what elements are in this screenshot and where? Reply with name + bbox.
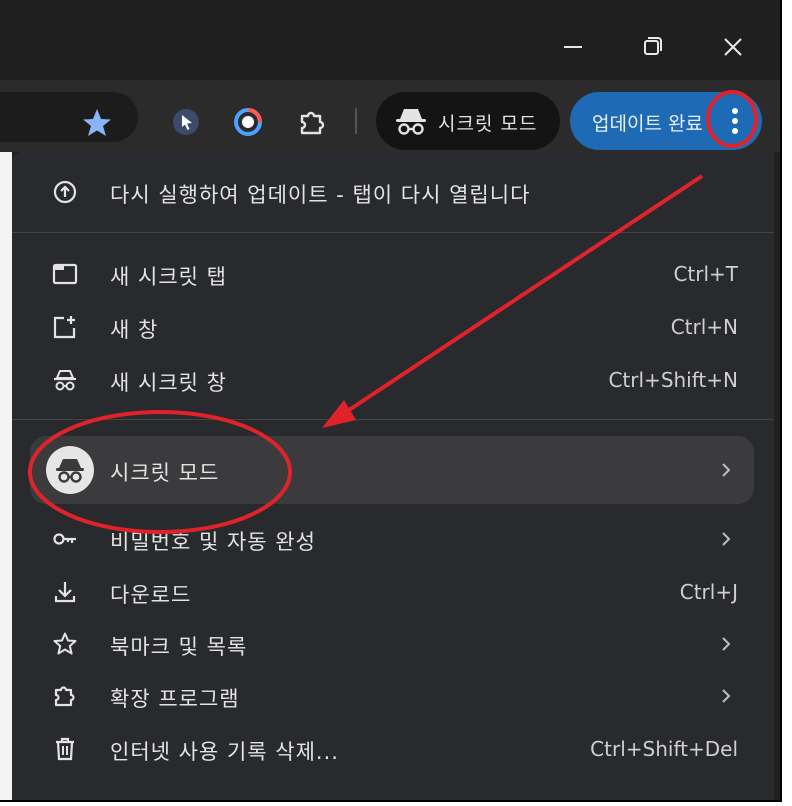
menu-item-relaunch-update[interactable]: 다시 실행하여 업데이트 - 탭이 다시 열립니다 [12,166,774,218]
cursor-extension-icon[interactable] [170,106,202,138]
chevron-right-icon [722,637,731,651]
menu-item-new-incognito-window[interactable]: 새 시크릿 창 Ctrl+Shift+N [12,354,774,406]
menu-item-label: 새 시크릿 탭 [110,265,227,289]
address-bar[interactable] [0,92,138,142]
menu-divider [12,232,774,233]
bookmark-star-icon[interactable] [80,106,114,140]
incognito-chip-label: 시크릿 모드 [438,113,538,135]
minimize-icon[interactable] [548,22,598,72]
menu-item-new-window[interactable]: 새 창 Ctrl+N [12,301,774,353]
menu-item-label: 확장 프로그램 [110,687,240,711]
menu-item-clear-browsing-data[interactable]: 인터넷 사용 기록 삭제... Ctrl+Shift+Del [12,723,774,775]
menu-item-shortcut: Ctrl+T [673,262,738,286]
menu-item-passwords-autofill[interactable]: 비밀번호 및 자동 완성 [12,513,774,565]
menu-item-extensions[interactable]: 확장 프로그램 [12,670,774,722]
extension-icon [54,686,75,707]
update-icon [53,180,77,204]
menu-item-label: 새 창 [110,318,159,342]
menu-item-shortcut: Ctrl+Shift+Del [590,737,738,761]
trash-icon [56,737,74,761]
menu-item-label: 북마크 및 목록 [110,635,248,659]
menu-item-label: 다시 실행하여 업데이트 - 탭이 다시 열립니다 [110,183,531,207]
restore-icon[interactable] [628,22,678,72]
new-window-icon [53,316,76,339]
extensions-puzzle-icon[interactable] [296,106,328,138]
menu-item-shortcut: Ctrl+Shift+N [608,368,738,392]
menu-item-label: 새 시크릿 창 [110,371,227,395]
menu-divider [12,419,774,420]
menu-item-bookmarks-lists[interactable]: 북마크 및 목록 [12,618,774,670]
menu-item-label: 인터넷 사용 기록 삭제... [110,740,339,764]
chevron-right-icon [722,532,731,546]
update-button-label: 업데이트 완료 [592,113,703,135]
star-icon [53,632,77,655]
more-menu-icon[interactable] [722,104,748,138]
menu-item-label: 시크릿 모드 [110,461,220,485]
incognito-mode-chip[interactable]: 시크릿 모드 [376,92,560,150]
menu-item-shortcut: Ctrl+N [670,315,738,339]
chevron-right-icon [722,689,731,703]
chrome-main-menu: 다시 실행하여 업데이트 - 탭이 다시 열립니다 새 시크릿 탭 Ctrl+T… [12,152,774,800]
key-icon [53,533,76,545]
title-bar [0,0,780,80]
toolbar-separator [355,108,357,134]
chevron-right-icon [722,463,731,477]
menu-item-incognito-mode[interactable]: 시크릿 모드 [12,444,774,496]
menu-item-label: 다운로드 [110,583,192,607]
menu-item-new-incognito-tab[interactable]: 새 시크릿 탭 Ctrl+T [12,248,774,300]
sync-extension-icon[interactable] [232,106,264,138]
menu-item-downloads[interactable]: 다운로드 Ctrl+J [12,566,774,618]
browser-window: 시크릿 모드 업데이트 완료 다시 실행하여 업데이트 - 탭이 다시 열립니다… [0,0,782,802]
download-icon [54,582,76,603]
menu-item-shortcut: Ctrl+J [679,580,738,604]
close-icon[interactable] [708,22,758,72]
incognito-icon [396,109,426,135]
page-content-edge [0,152,12,800]
new-tab-icon [52,263,78,285]
menu-item-label: 비밀번호 및 자동 완성 [110,530,316,554]
incognito-icon [54,370,76,391]
